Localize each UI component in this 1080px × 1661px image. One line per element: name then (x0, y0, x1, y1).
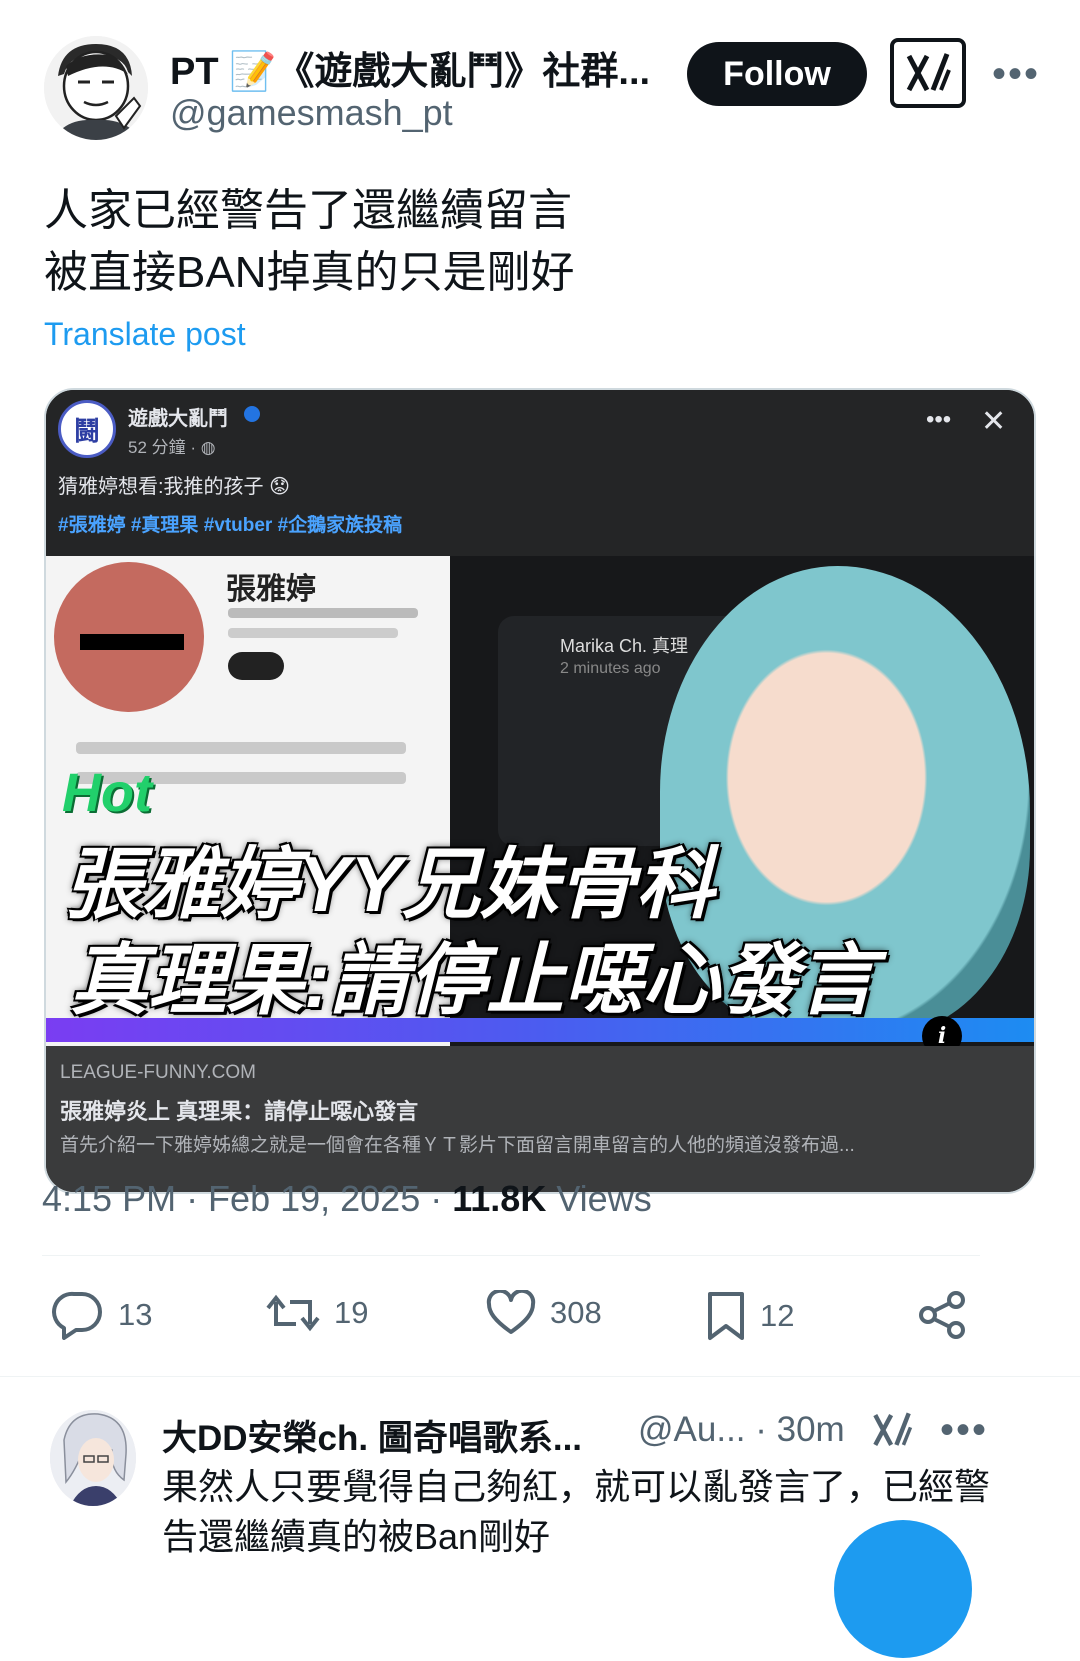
reply-count: 13 (118, 1297, 153, 1332)
divider (0, 1376, 1080, 1377)
embedded-time: 52 分鐘 · ◍ (128, 438, 216, 457)
embedded-more-icon: ••• (926, 406, 952, 433)
thumb-hot-label: Hot (62, 763, 152, 823)
like-icon (486, 1290, 536, 1334)
divider (42, 1255, 980, 1256)
post-actions: 13 19 308 12 (52, 1290, 972, 1340)
link-title: 張雅婷炎上 真理果：請停止噁心發言 (60, 1099, 419, 1124)
post-timestamp[interactable]: 4:15 PM · Feb 19, 2025 · 11.8K Views (42, 1178, 652, 1220)
compose-fab[interactable] (834, 1520, 972, 1658)
bookmark-count: 12 (760, 1298, 795, 1333)
thumb-subline (228, 608, 418, 618)
thumb-headline-2: 真理果:請停止噁心發言 (70, 936, 876, 1024)
thumb-comment-line (76, 742, 406, 754)
author-name[interactable]: PT 📝《遊戲大亂鬥》社群... (170, 40, 650, 95)
repost-button[interactable]: 19 (266, 1290, 368, 1336)
follow-button[interactable]: Follow (687, 42, 867, 106)
like-count: 308 (550, 1295, 602, 1330)
more-icon[interactable]: ••• (992, 52, 1040, 97)
embedded-hashtags: #張雅婷 #真理果 #vtuber #企鵝家族投稿 (58, 515, 403, 536)
embedded-close-icon: ✕ (981, 405, 1007, 438)
reply-meta[interactable]: @Au... · 30m (638, 1410, 845, 1450)
reply-button[interactable]: 13 (52, 1290, 152, 1340)
author-avatar[interactable] (44, 36, 148, 140)
reply-more-icon[interactable]: ••• (940, 1408, 988, 1453)
globe-icon: ◍ (200, 438, 216, 457)
reply-author-avatar[interactable] (50, 1410, 136, 1506)
thumb-subline (228, 628, 398, 638)
link-description: 首先介紹一下雅婷姊總之就是一個會在各種ＹＴ影片下面留言開車留言的人他的頻道沒發布… (60, 1135, 855, 1156)
grok-icon[interactable] (870, 1408, 914, 1457)
share-button[interactable] (918, 1290, 966, 1340)
embedded-link-preview: LEAGUE-FUNNY.COM 張雅婷炎上 真理果：請停止噁心發言 首先介紹一… (46, 1046, 1034, 1192)
post-media-card[interactable]: 鬪 遊戲大亂鬥 52 分鐘 · ◍ ••• ✕ 猜雅婷想看:我推的孩子 😟 #張… (44, 388, 1036, 1194)
embedded-caption: 猜雅婷想看:我推的孩子 😟 (58, 476, 290, 498)
link-domain: LEAGUE-FUNNY.COM (60, 1062, 257, 1083)
views-label: Views (546, 1178, 652, 1219)
worried-emoji-icon: 😟 (269, 476, 290, 498)
thumb-marika-time: 2 minutes ago (560, 660, 661, 677)
repost-count: 19 (334, 1295, 369, 1330)
reply-author-name[interactable]: 大DD安榮ch. 圖奇唱歌系... (162, 1410, 582, 1461)
verified-icon (244, 406, 260, 422)
bookmark-icon (708, 1292, 744, 1340)
embedded-fb-header: 鬪 遊戲大亂鬥 52 分鐘 · ◍ ••• ✕ 猜雅婷想看:我推的孩子 😟 #張… (46, 390, 1034, 556)
embedded-page-name: 遊戲大亂鬥 (128, 408, 228, 430)
views-count: 11.8K (452, 1178, 547, 1219)
embedded-thumbnail: 張雅婷 Marika Ch. 真理 2 minutes ago Hot 張雅婷Y… (46, 556, 1034, 1046)
like-button[interactable]: 308 (486, 1290, 602, 1336)
thumb-marika-name: Marika Ch. 真理 (560, 636, 689, 656)
thumb-gradient-bar (46, 1018, 1034, 1042)
translate-post-link[interactable]: Translate post (44, 316, 246, 353)
thumb-subscribe-pill (228, 652, 284, 680)
post-text: 人家已經警告了還繼續留言 被直接BAN掉真的只是剛好 (44, 186, 575, 297)
author-handle[interactable]: @gamesmash_pt (170, 92, 453, 134)
reply-icon (52, 1291, 102, 1340)
censor-bar (80, 634, 184, 650)
thumb-channel-name: 張雅婷 (226, 573, 316, 606)
share-icon (919, 1291, 965, 1339)
bookmark-button[interactable]: 12 (706, 1290, 794, 1342)
page-logo: 鬪 (58, 400, 116, 458)
repost-icon (266, 1294, 320, 1332)
grok-icon[interactable] (890, 38, 966, 108)
